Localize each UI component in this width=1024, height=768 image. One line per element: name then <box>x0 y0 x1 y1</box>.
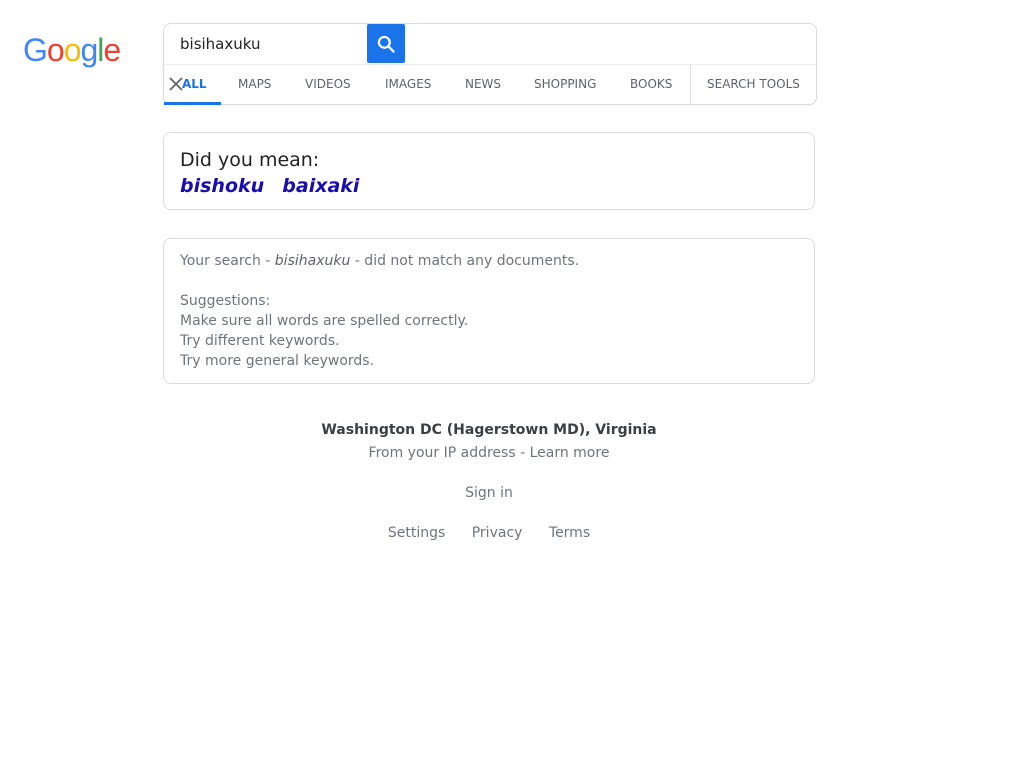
logo-letter-o2: o <box>63 32 82 68</box>
did-you-mean-card: Did you mean: bishoku baixaki <box>163 132 815 210</box>
did-you-mean-title: Did you mean: <box>180 149 320 171</box>
no-results-card: Your search - bisihaxuku - did not match… <box>163 238 815 384</box>
tab-all[interactable]: ALL <box>182 65 207 103</box>
active-tab-indicator <box>164 102 221 105</box>
close-icon[interactable] <box>168 76 184 92</box>
no-match-prefix: Your search - <box>180 253 275 269</box>
tab-search-tools[interactable]: SEARCH TOOLS <box>707 65 800 103</box>
learn-more-link[interactable]: Learn more <box>530 445 610 461</box>
tab-videos[interactable]: VIDEOS <box>305 65 351 103</box>
did-you-mean-suggestions: bishoku baixaki <box>180 173 798 200</box>
suggestion-link[interactable]: baixaki <box>282 175 359 197</box>
no-match-message: Your search - bisihaxuku - did not match… <box>180 251 798 271</box>
tab-images[interactable]: IMAGES <box>385 65 431 103</box>
tab-shopping[interactable]: SHOPPING <box>534 65 596 103</box>
suggestion-tip: Try different keywords. <box>180 333 340 349</box>
suggestion-link[interactable]: bishoku <box>180 175 264 197</box>
ip-prefix: From your IP address - <box>368 445 530 461</box>
tabs-divider <box>690 65 691 104</box>
suggestion-tip: Try more general keywords. <box>180 353 375 369</box>
no-match-query: bisihaxuku <box>274 253 351 269</box>
logo-letter-g2: g <box>80 32 98 68</box>
search-box: ALL MAPS VIDEOS IMAGES NEWS SHOPPING BOO… <box>163 23 817 105</box>
logo-letter-e: e <box>103 32 121 68</box>
ip-address-line: From your IP address - Learn more <box>163 443 815 463</box>
search-icon <box>377 35 395 53</box>
terms-link[interactable]: Terms <box>549 525 590 541</box>
google-logo[interactable]: Google <box>23 30 121 70</box>
search-tabs: ALL MAPS VIDEOS IMAGES NEWS SHOPPING BOO… <box>164 64 816 105</box>
settings-link[interactable]: Settings <box>388 525 445 541</box>
footer-links: Settings Privacy Terms <box>163 523 815 543</box>
tab-maps[interactable]: MAPS <box>238 65 271 103</box>
search-button[interactable] <box>367 24 405 63</box>
logo-letter-g: G <box>23 32 48 68</box>
tab-books[interactable]: BOOKS <box>630 65 672 103</box>
suggestions-title: Suggestions: <box>180 293 271 309</box>
privacy-link[interactable]: Privacy <box>472 525 523 541</box>
sign-in-row: Sign in <box>163 483 815 503</box>
sign-in-link[interactable]: Sign in <box>465 485 513 501</box>
suggestion-tip: Make sure all words are spelled correctl… <box>180 313 469 329</box>
logo-letter-o1: o <box>46 32 65 68</box>
search-input[interactable] <box>164 24 366 63</box>
no-match-suffix: - did not match any documents. <box>350 253 580 269</box>
tab-news[interactable]: NEWS <box>465 65 501 103</box>
location-text: Washington DC (Hagerstown MD), Virginia <box>321 422 657 438</box>
